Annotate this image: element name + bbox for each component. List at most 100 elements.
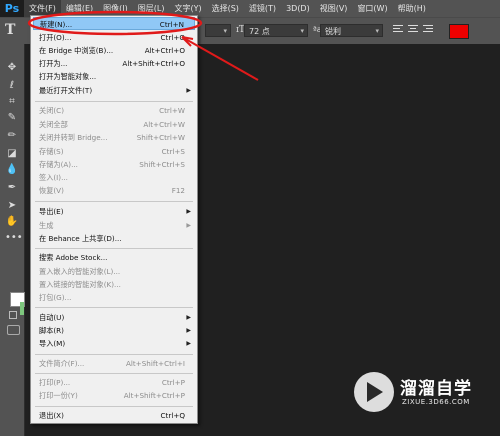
menu-item-package[interactable]: 打包(G)... [33,291,195,304]
menu-item-browse-bridge[interactable]: 在 Bridge 中浏览(B)... Alt+Ctrl+O [33,44,195,57]
menu-item-recent-files[interactable]: 最近打开文件(T) ▶ [33,84,195,97]
menu-item-shortcut: Ctrl+Q [160,411,185,420]
menu-item-label: 打开(O)... [39,33,72,42]
background-color-swatch[interactable] [20,302,24,315]
eyedropper-tool-icon[interactable]: ✎ [5,112,19,124]
eraser-tool-icon[interactable]: ◪ [5,148,19,160]
hand-tool-icon[interactable]: ✋ [5,216,19,228]
menu-item-save[interactable]: 存储(S) Ctrl+S [33,145,195,158]
menu-item-share-behance[interactable]: 在 Behance 上共享(D)... [33,232,195,245]
menu-item-label: 搜索 Adobe Stock... [39,253,108,262]
chevron-down-icon: ▾ [300,27,304,35]
menu-select[interactable]: 选择(S) [207,0,244,17]
menu-item-file-info[interactable]: 文件简介(F)... Alt+Shift+Ctrl+I [33,357,195,370]
menu-item-check-in[interactable]: 签入(I)... [33,171,195,184]
menu-item-label: 打印一份(Y) [39,391,78,400]
lasso-tool-icon[interactable]: ℓ [5,80,19,92]
menu-item-print-one-copy[interactable]: 打印一份(Y) Alt+Shift+Ctrl+P [33,389,195,402]
menu-window[interactable]: 窗口(W) [352,0,392,17]
menu-item-automate[interactable]: 自动(U) ▶ [33,311,195,324]
type-tool-icon[interactable]: T [5,22,15,38]
menu-item-shortcut: Alt+Ctrl+O [144,46,185,55]
font-size-field[interactable]: 72 点 ▾ [244,24,308,37]
align-right-icon[interactable] [423,25,433,35]
chevron-down-icon: ▾ [375,27,379,35]
menu-item-generate[interactable]: 生成 ▶ [33,219,195,232]
menu-item-place-linked[interactable]: 置入链接的智能对象(K)... [33,278,195,291]
menu-item-scripts[interactable]: 脚本(R) ▶ [33,324,195,337]
menu-item-label: 打印(P)... [39,378,71,387]
font-size-value: 72 点 [249,27,270,36]
menu-item-open-as[interactable]: 打开为... Alt+Shift+Ctrl+O [33,57,195,70]
antialias-value: 锐利 [325,27,341,36]
quick-mask-icon[interactable] [7,325,20,335]
menu-item-label: 最近打开文件(T) [39,86,93,95]
menu-3d[interactable]: 3D(D) [281,0,315,17]
menu-item-shortcut: Ctrl+N [159,20,184,29]
submenu-arrow-icon: ▶ [186,327,191,334]
menu-separator [35,354,193,355]
menu-item-shortcut: Ctrl+W [159,106,185,115]
more-tools-icon[interactable]: ••• [5,232,23,244]
menu-item-label: 文件简介(F)... [39,359,85,368]
menu-item-label: 在 Behance 上共享(D)... [39,234,122,243]
submenu-arrow-icon: ▶ [186,314,191,321]
antialias-dropdown[interactable]: 锐利 ▾ [320,24,383,37]
font-style-dropdown-tail[interactable]: ▾ [205,24,231,37]
menu-item-label: 签入(I)... [39,173,68,182]
align-center-icon[interactable] [408,25,418,35]
play-triangle-icon [367,382,383,402]
menu-item-shortcut: Shift+Ctrl+W [136,133,185,142]
menu-item-new[interactable]: 新建(N)... Ctrl+N [33,17,195,30]
path-selection-tool-icon[interactable]: ➤ [5,200,19,212]
watermark-url: ZIXUE.3D66.COM [402,398,470,406]
menu-item-open[interactable]: 打开(O)... Ctrl+O [33,31,195,44]
menu-item-label: 恢复(V) [39,186,64,195]
submenu-arrow-icon: ▶ [186,87,191,94]
menu-item-shortcut: Alt+Shift+Ctrl+O [122,59,185,68]
menu-item-shortcut: F12 [171,186,185,195]
menu-item-label: 关闭并转到 Bridge... [39,133,108,142]
text-color-swatch[interactable] [449,24,469,39]
menu-item-shortcut: Alt+Ctrl+W [143,120,185,129]
menu-filter[interactable]: 滤镜(T) [244,0,281,17]
menu-item-shortcut: Alt+Shift+Ctrl+I [125,359,185,368]
menu-item-print[interactable]: 打印(P)... Ctrl+P [33,376,195,389]
menu-item-exit[interactable]: 退出(X) Ctrl+Q [33,409,195,422]
menu-item-label: 打开为... [39,59,68,68]
menu-item-label: 打开为智能对象... [39,72,97,81]
menu-separator [35,101,193,102]
menu-separator [35,307,193,308]
menu-item-close[interactable]: 关闭(C) Ctrl+W [33,104,195,117]
menu-item-place-embedded[interactable]: 置入嵌入的智能对象(L)... [33,265,195,278]
photoshop-logo: Ps [0,0,24,17]
menu-item-import[interactable]: 导入(M) ▶ [33,337,195,350]
menu-item-search-stock[interactable]: 搜索 Adobe Stock... [33,251,195,264]
toolbox: ✥ ℓ ⌗ ✎ ✏ ◪ 💧 ✒ ➤ ✋ ••• [0,44,25,436]
menu-item-label: 自动(U) [39,313,65,322]
default-colors-icon[interactable] [9,311,17,319]
menu-item-label: 关闭(C) [39,106,65,115]
menu-item-close-go-bridge[interactable]: 关闭并转到 Bridge... Shift+Ctrl+W [33,131,195,144]
align-left-icon[interactable] [393,25,403,35]
menu-view[interactable]: 视图(V) [315,0,353,17]
menu-item-label: 关闭全部 [39,120,68,129]
submenu-arrow-icon: ▶ [186,222,191,229]
menu-item-label: 置入嵌入的智能对象(L)... [39,267,121,276]
menu-item-shortcut: Shift+Ctrl+S [139,160,185,169]
crop-tool-icon[interactable]: ⌗ [5,96,19,108]
menu-item-revert[interactable]: 恢复(V) F12 [33,184,195,197]
menu-item-close-all[interactable]: 关闭全部 Alt+Ctrl+W [33,118,195,131]
menu-item-export[interactable]: 导出(E) ▶ [33,205,195,218]
brush-tool-icon[interactable]: ✏ [5,130,19,142]
pen-tool-icon[interactable]: ✒ [5,182,19,194]
menu-help[interactable]: 帮助(H) [393,0,431,17]
menu-separator [35,248,193,249]
menu-item-label: 导入(M) [39,339,66,348]
move-tool-icon[interactable]: ✥ [5,62,19,74]
menu-item-save-as[interactable]: 存储为(A)... Shift+Ctrl+S [33,158,195,171]
menu-item-open-smart-object[interactable]: 打开为智能对象... [33,70,195,83]
blur-tool-icon[interactable]: 💧 [5,164,19,176]
menu-item-shortcut: Ctrl+O [160,33,185,42]
menu-item-label: 脚本(R) [39,326,64,335]
